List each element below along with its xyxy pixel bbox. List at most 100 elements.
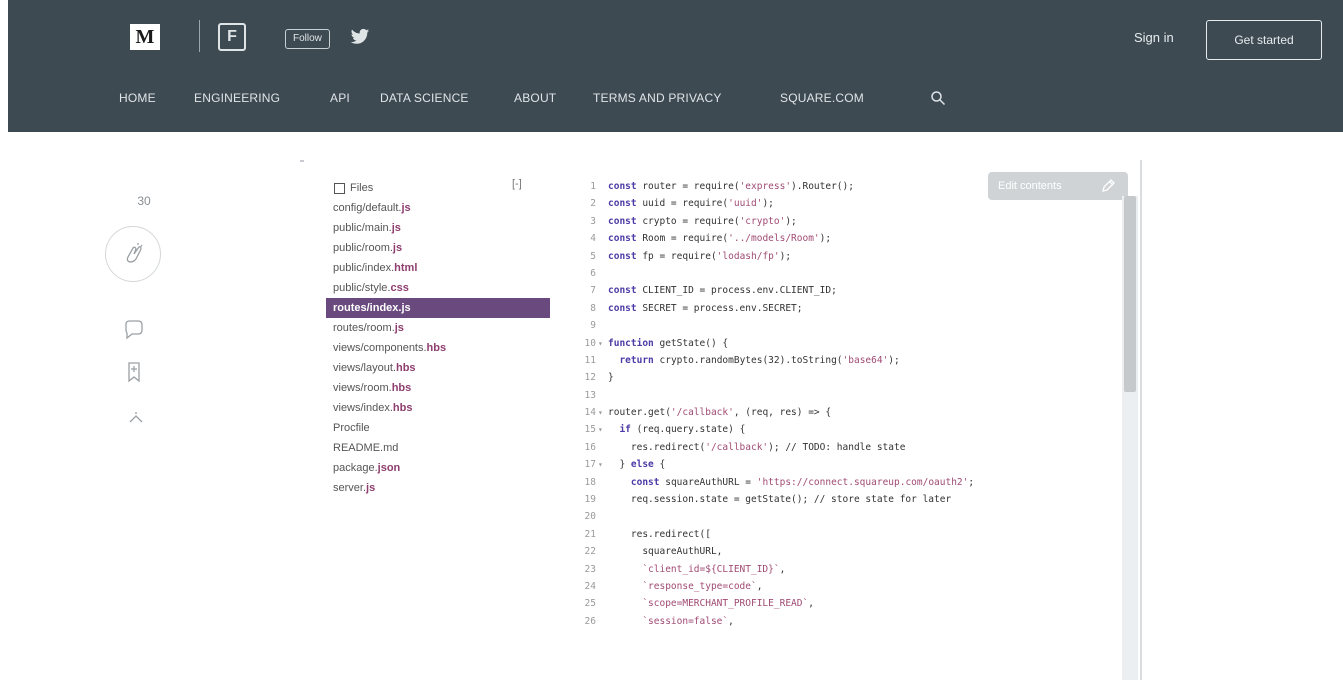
code-text: res.redirect([	[608, 528, 711, 540]
nav-home[interactable]: HOME	[119, 91, 156, 105]
line-number: 14	[584, 407, 596, 419]
bookmark-icon[interactable]	[122, 360, 146, 384]
file-list-item[interactable]: public/room.js	[326, 238, 550, 258]
code-string: '/callback'	[705, 441, 769, 453]
line-number: 11	[584, 354, 596, 366]
code-keyword: const	[608, 181, 637, 192]
code-text: const SECRET = process.env.SECRET;	[608, 302, 803, 314]
nav-terms-and-privacy[interactable]: TERMS AND PRIVACY	[593, 91, 722, 105]
medium-logo[interactable]: M	[130, 24, 160, 50]
file-name: public/style.	[333, 282, 391, 294]
code-line: 24 `response_type=code`,	[572, 578, 1132, 595]
code-line: 15 ▾ if (req.query.state) {	[572, 421, 1132, 438]
file-list-item[interactable]: routes/room.js	[326, 318, 550, 338]
code-string: 'lodash/fp'	[716, 250, 780, 262]
code-line: 6	[572, 265, 1132, 282]
file-list-item[interactable]: config/default.js	[326, 198, 550, 218]
line-number: 16	[584, 441, 596, 453]
code-keyword: return	[619, 354, 654, 366]
line-number: 15	[584, 424, 596, 436]
line-number: 7	[590, 285, 596, 297]
code-text: if (req.query.state) {	[619, 424, 746, 436]
file-extension: hbs	[395, 362, 416, 374]
publication-logo-icon[interactable]: F	[218, 23, 246, 51]
line-number: 2	[590, 198, 596, 210]
fold-arrow-icon[interactable]: ▾	[598, 421, 603, 438]
fold-arrow-icon[interactable]: ▾	[598, 335, 603, 352]
code-scrollbar-thumb[interactable]	[1124, 196, 1136, 392]
code-line: 13	[572, 387, 1132, 404]
file-list: config/default.js public/main.js public/ro…	[326, 198, 550, 498]
code-string: 'crypto'	[739, 215, 786, 227]
line-number: 6	[590, 267, 596, 279]
file-list-item[interactable]: views/components.hbs	[326, 338, 550, 358]
file-list-item[interactable]: public/index.html	[326, 258, 550, 278]
code-keyword: const	[608, 198, 637, 210]
file-list-item[interactable]: package.json	[326, 458, 550, 478]
code-line: 12}	[572, 369, 1132, 386]
file-extension: hbs	[392, 402, 413, 414]
code-line: 4 const Room = require('../models/Room');	[572, 230, 1132, 247]
file-list-item[interactable]: server.js	[326, 478, 550, 498]
code-text: function getState() {	[608, 337, 729, 349]
line-number: 25	[584, 598, 596, 610]
file-list-item[interactable]: public/style.css	[326, 278, 550, 298]
twitter-icon[interactable]	[350, 28, 370, 46]
file-extension: hbs	[426, 342, 447, 354]
file-name: server.	[333, 482, 367, 494]
clap-count[interactable]: 30	[124, 194, 164, 208]
nav-data-science[interactable]: DATA SCIENCE	[380, 91, 469, 105]
nav-about[interactable]: ABOUT	[514, 91, 556, 105]
collapse-files-button[interactable]: [-]	[512, 178, 522, 190]
line-number: 17	[584, 459, 596, 471]
nav-square-com[interactable]: SQUARE.COM	[780, 91, 864, 105]
file-list-item[interactable]: Procfile	[326, 418, 550, 438]
search-icon[interactable]	[930, 90, 946, 106]
code-line: 5 const fp = require('lodash/fp');	[572, 248, 1132, 265]
pencil-icon	[1102, 179, 1115, 192]
fold-arrow-icon[interactable]: ▾	[598, 456, 603, 473]
code-keyword: const	[608, 233, 637, 245]
code-text: const uuid = require('uuid');	[608, 198, 774, 210]
code-text: `scope=MERCHANT_PROFILE_READ`,	[642, 598, 814, 610]
code-string: `client_id=${CLIENT_ID}`	[642, 563, 780, 575]
file-list-item[interactable]: public/main.js	[326, 218, 550, 238]
fold-arrow-icon[interactable]: ▾	[598, 404, 603, 421]
share-icon[interactable]	[124, 408, 148, 432]
code-text: const crypto = require('crypto');	[608, 215, 797, 227]
file-extension: js	[401, 302, 411, 314]
header-divider	[199, 20, 200, 52]
line-number: 23	[584, 563, 596, 575]
file-name: Procfile	[333, 422, 370, 434]
code-line: 8 const SECRET = process.env.SECRET;	[572, 300, 1132, 317]
clap-button[interactable]	[105, 226, 161, 282]
code-string: `session=false`	[642, 615, 729, 627]
files-icon	[334, 183, 345, 194]
get-started-button[interactable]: Get started	[1206, 20, 1322, 60]
file-extension: hbs	[391, 382, 412, 394]
line-number: 5	[590, 250, 596, 262]
comment-icon[interactable]	[122, 318, 146, 342]
edit-contents-label: Edit contents	[998, 180, 1062, 192]
file-list-item[interactable]: views/layout.hbs	[326, 358, 550, 378]
sign-in-link[interactable]: Sign in	[1134, 30, 1174, 45]
edit-contents-button[interactable]: Edit contents	[988, 172, 1128, 200]
code-line: 10 ▾ function getState() {	[572, 335, 1132, 352]
file-list-item[interactable]: routes/index.js	[326, 298, 550, 318]
file-name: views/layout.	[333, 362, 396, 374]
line-number: 1	[590, 181, 596, 192]
nav-api[interactable]: API	[330, 91, 350, 105]
nav-engineering[interactable]: ENGINEERING	[194, 91, 280, 105]
line-number: 20	[584, 511, 596, 523]
file-list-item[interactable]: README.md	[326, 438, 550, 458]
code-line: 11 return crypto.randomBytes(32).toStrin…	[572, 352, 1132, 369]
code-line: 14 ▾ router.get('/callback', (req, res) =>…	[572, 404, 1132, 421]
follow-button[interactable]: Follow	[285, 29, 330, 49]
line-number: 13	[584, 389, 596, 401]
file-list-item[interactable]: views/room.hbs	[326, 378, 550, 398]
code-string: '/callback'	[670, 407, 734, 419]
code-text: }	[608, 372, 614, 384]
file-list-item[interactable]: views/index.hbs	[326, 398, 550, 418]
line-number: 10	[584, 337, 596, 349]
code-text: squareAuthURL,	[608, 546, 723, 558]
